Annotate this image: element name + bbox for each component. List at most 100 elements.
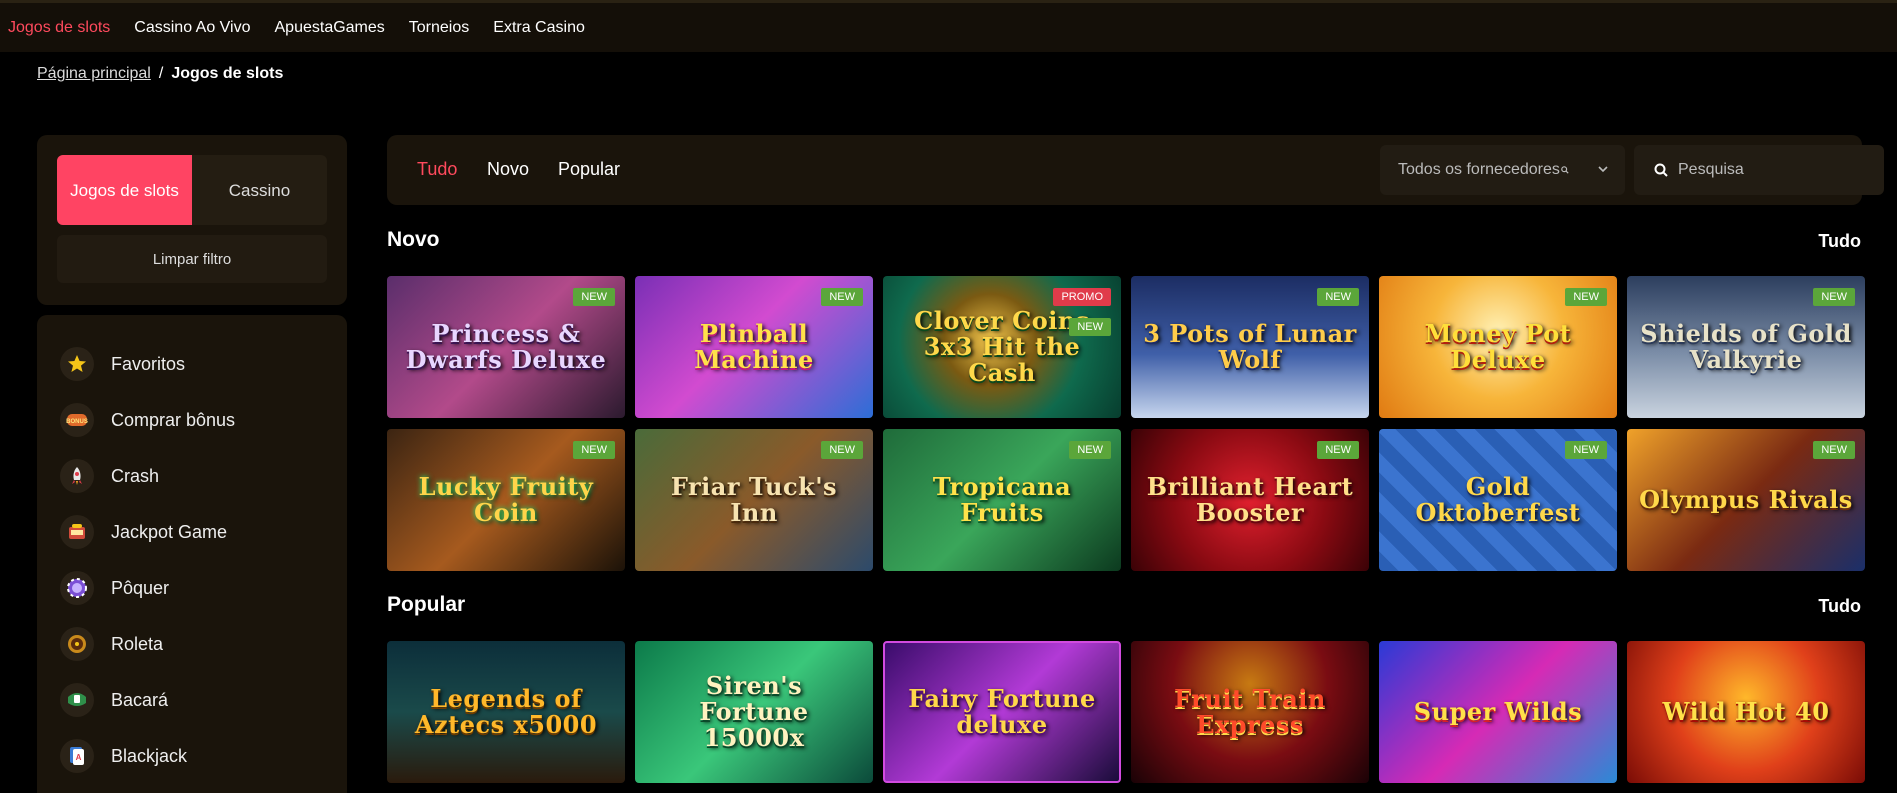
breadcrumb-separator: / (158, 65, 164, 82)
filter-tab-popular[interactable]: Popular (558, 159, 620, 180)
nav-live-casino[interactable]: Cassino Ao Vivo (134, 19, 250, 37)
rocket-icon (60, 459, 94, 493)
promo-badge: PROMO (1053, 288, 1111, 306)
bonus-icon: BONUS (60, 403, 94, 437)
breadcrumb-current: Jogos de slots (171, 65, 284, 82)
category-blackjack[interactable]: A Blackjack (60, 734, 187, 778)
nav-apuestagames[interactable]: ApuestaGames (275, 19, 385, 37)
new-badge: NEW (1317, 288, 1359, 306)
game-card-money-pot[interactable]: Money Pot Deluxe NEW (1379, 276, 1617, 418)
tab-casino[interactable]: Cassino (192, 155, 327, 225)
section-popular-view-all-link[interactable]: Tudo (1818, 596, 1861, 617)
search-icon (1561, 166, 1569, 174)
blackjack-icon: A (60, 739, 94, 773)
new-badge: NEW (1565, 441, 1607, 459)
type-filter-panel: Jogos de slots Cassino Limpar filtro (37, 135, 347, 305)
new-badge: NEW (573, 441, 615, 459)
filter-bar: Tudo Novo Popular Todos os fornecedores (387, 135, 1884, 205)
game-title: Fruit Train Express (1174, 684, 1326, 739)
game-card-brilliant-heart[interactable]: Brilliant Heart Booster NEW (1131, 429, 1369, 571)
chevron-down-icon (1598, 166, 1608, 173)
provider-select[interactable]: Todos os fornecedores (1380, 145, 1625, 195)
new-badge: NEW (573, 288, 615, 306)
nav-slots[interactable]: Jogos de slots (8, 19, 110, 37)
game-card-gold-oktoberfest[interactable]: Gold Oktoberfest NEW (1379, 429, 1617, 571)
game-card-legends-of-aztecs[interactable]: Legends of Aztecs x5000 (387, 641, 625, 783)
game-card-lucky-fruity-coin[interactable]: Lucky Fruity Coin NEW (387, 429, 625, 571)
category-jackpot[interactable]: Jackpot Game (60, 510, 227, 554)
category-panel: Favoritos BONUS Comprar bônus Crash Jack… (37, 315, 347, 793)
game-title: Princess & Dwarfs Deluxe (405, 319, 607, 374)
game-card-3-pots-lunar-wolf[interactable]: 3 Pots of Lunar Wolf NEW (1131, 276, 1369, 418)
new-badge: NEW (821, 288, 863, 306)
clear-filter-button[interactable]: Limpar filtro (57, 235, 327, 283)
game-card-wild-hot-40[interactable]: Wild Hot 40 (1627, 641, 1865, 783)
game-title: Fairy Fortune deluxe (908, 684, 1096, 739)
new-badge: NEW (1813, 288, 1855, 306)
category-label: Bacará (111, 689, 169, 710)
category-poker[interactable]: Pôquer (60, 566, 169, 610)
type-tabs: Jogos de slots Cassino (57, 155, 327, 225)
game-title: Wild Hot 40 (1662, 697, 1830, 726)
category-label: Jackpot Game (111, 521, 228, 542)
game-card-super-wilds[interactable]: Super Wilds (1379, 641, 1617, 783)
poker-chip-icon (60, 571, 94, 605)
category-label: Pôquer (111, 577, 170, 598)
section-title-new: Novo (387, 228, 440, 251)
game-card-clover-coins[interactable]: Clover Coins 3x3 Hit the Cash PROMO NEW (883, 276, 1121, 418)
search-icon (1654, 163, 1668, 177)
baccarat-icon (60, 683, 94, 717)
game-title: Plinball Machine (694, 319, 814, 374)
category-label: Favoritos (111, 353, 186, 374)
provider-select-value: Todos os fornecedores (1398, 161, 1560, 178)
new-badge: NEW (1317, 441, 1359, 459)
nav-tournaments[interactable]: Torneios (409, 19, 469, 37)
new-badge: NEW (1565, 288, 1607, 306)
section-new-view-all-link[interactable]: Tudo (1818, 231, 1861, 252)
game-card-olympus-rivals[interactable]: Olympus Rivals NEW (1627, 429, 1865, 571)
filter-tab-all[interactable]: Tudo (417, 159, 457, 180)
game-title: Super Wilds (1413, 697, 1583, 726)
category-baccarat[interactable]: Bacará (60, 678, 168, 722)
game-title: Shields of Gold Valkyrie (1640, 319, 1852, 374)
game-card-fairy-fortune[interactable]: Fairy Fortune deluxe (883, 641, 1121, 783)
category-label: Crash (111, 465, 160, 486)
nav-extra-casino[interactable]: Extra Casino (493, 19, 585, 37)
filter-tab-new[interactable]: Novo (487, 159, 529, 180)
category-crash[interactable]: Crash (60, 454, 159, 498)
category-buy-bonus[interactable]: BONUS Comprar bônus (60, 398, 235, 442)
breadcrumb-home-link[interactable]: Página principal (37, 65, 151, 83)
game-card-fruit-train[interactable]: Fruit Train Express (1131, 641, 1369, 783)
game-card-tropicana-fruits[interactable]: Tropicana Fruits NEW (883, 429, 1121, 571)
game-card-friar-tucks-inn[interactable]: Friar Tuck's Inn NEW (635, 429, 873, 571)
game-card-sirens-fortune[interactable]: Siren's Fortune 15000x (635, 641, 873, 783)
game-title: Siren's Fortune 15000x (699, 671, 809, 752)
game-card-princess-dwarfs[interactable]: Princess & Dwarfs Deluxe NEW (387, 276, 625, 418)
category-favorites[interactable]: Favoritos (60, 342, 185, 386)
game-title: Gold Oktoberfest (1415, 472, 1581, 527)
new-badge: NEW (1069, 441, 1111, 459)
new-badge: NEW (821, 441, 863, 459)
category-label: Comprar bônus (111, 409, 236, 430)
game-title: Olympus Rivals (1639, 485, 1853, 514)
roulette-icon (60, 627, 94, 661)
game-title: Friar Tuck's Inn (670, 472, 838, 527)
svg-text:A: A (76, 753, 82, 762)
top-navigation: Jogos de slots Cassino Ao Vivo ApuestaGa… (0, 0, 1897, 52)
game-card-shields-of-gold[interactable]: Shields of Gold Valkyrie NEW (1627, 276, 1865, 418)
game-card-plinball-machine[interactable]: Plinball Machine NEW (635, 276, 873, 418)
game-title: Lucky Fruity Coin (418, 472, 594, 527)
jackpot-icon (60, 515, 94, 549)
search-input[interactable] (1678, 161, 1858, 179)
section-title-popular: Popular (387, 593, 466, 616)
new-badge: NEW (1813, 441, 1855, 459)
game-title: Legends of Aztecs x5000 (414, 684, 598, 739)
star-icon (60, 347, 94, 381)
breadcrumb: Página principal / Jogos de slots (37, 65, 283, 83)
category-label: Roleta (111, 633, 164, 654)
game-title: Money Pot Deluxe (1424, 319, 1572, 374)
tab-slots[interactable]: Jogos de slots (57, 155, 192, 225)
category-roulette[interactable]: Roleta (60, 622, 163, 666)
search-box (1634, 145, 1884, 195)
new-badge: NEW (1069, 318, 1111, 336)
